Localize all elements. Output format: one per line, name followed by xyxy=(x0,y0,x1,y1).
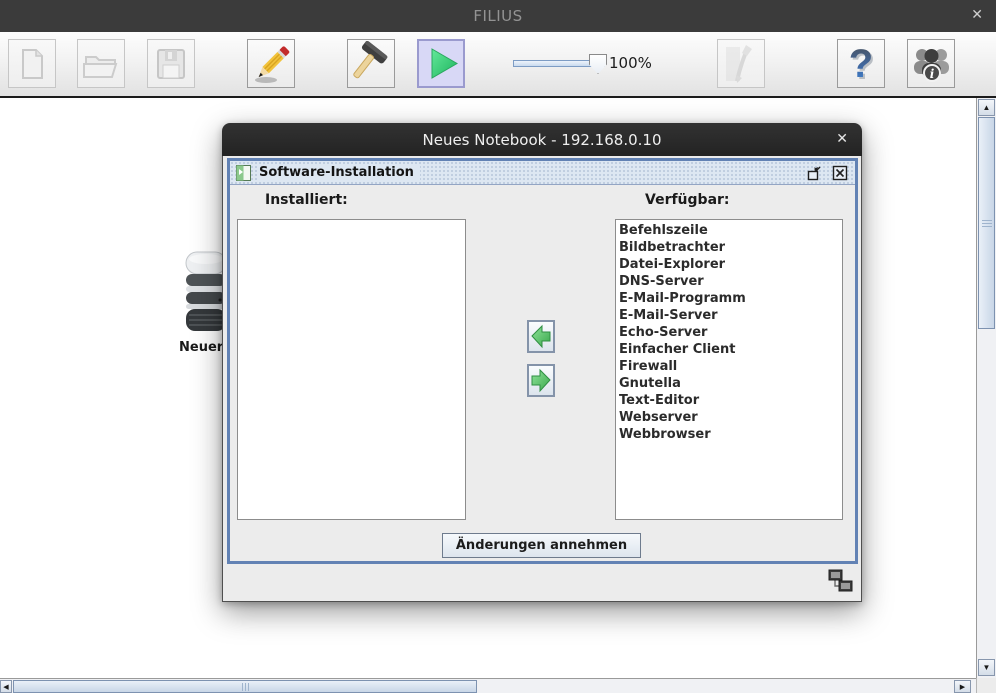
dialog-close-button[interactable]: ✕ xyxy=(836,131,848,147)
frame-content: Installiert: Verfügbar: Befehlszeile Bild… xyxy=(230,186,855,561)
svg-text:?: ? xyxy=(849,42,873,86)
software-installation-icon xyxy=(236,165,251,181)
community-info-button[interactable]: i xyxy=(907,39,955,88)
community-info-icon: i xyxy=(914,48,949,82)
scroll-left-button[interactable]: ◀ xyxy=(0,680,12,693)
green-arrow-right-icon xyxy=(531,368,551,393)
list-item[interactable]: Firewall xyxy=(616,358,842,375)
dialog-titlebar[interactable]: Neues Notebook - 192.168.0.10 ✕ xyxy=(222,123,862,156)
available-software-list[interactable]: Befehlszeile Bildbetrachter Datei-Explorer… xyxy=(615,219,843,520)
list-item[interactable]: Datei-Explorer xyxy=(616,256,842,273)
toolbar: 100% ? ? i xyxy=(0,32,996,98)
list-item[interactable]: Bildbetrachter xyxy=(616,239,842,256)
hammer-action-mode-icon xyxy=(353,40,388,78)
scroll-up-button[interactable]: ▲ xyxy=(978,99,995,116)
save-icon xyxy=(157,48,185,79)
notebook-dialog: Neues Notebook - 192.168.0.10 ✕ Software… xyxy=(222,123,862,602)
app-title: FILIUS xyxy=(473,7,523,25)
scroll-right-button[interactable]: ▶ xyxy=(954,680,971,693)
documentation-tool-icon xyxy=(726,44,752,83)
frame-close-icon[interactable] xyxy=(831,164,849,182)
node-label: Neuer xyxy=(179,340,224,355)
help-button[interactable]: ? ? xyxy=(837,39,885,88)
open-button[interactable] xyxy=(77,39,125,88)
move-to-available-button[interactable] xyxy=(527,364,555,397)
thumb-grip xyxy=(982,220,992,228)
installed-label: Installiert: xyxy=(265,192,348,208)
move-to-installed-button[interactable] xyxy=(527,320,555,353)
vertical-scrollbar-thumb[interactable] xyxy=(978,117,995,329)
zoom-level-label: 100% xyxy=(609,54,652,72)
horizontal-scrollbar[interactable]: ◀ ▶ xyxy=(0,678,976,693)
horizontal-scrollbar-thumb[interactable] xyxy=(13,680,477,693)
list-item[interactable]: E-Mail-Server xyxy=(616,307,842,324)
installed-software-list[interactable] xyxy=(237,219,466,520)
network-status-icon xyxy=(828,569,853,592)
frame-title: Software-Installation xyxy=(257,165,420,180)
maximize-restore-icon[interactable] xyxy=(805,164,823,182)
app-close-button[interactable]: ✕ xyxy=(971,7,983,23)
list-item[interactable]: Text-Editor xyxy=(616,392,842,409)
dialog-desktop: Software-Installation Installiert: Verfü… xyxy=(222,156,862,602)
list-item[interactable]: Einfacher Client xyxy=(616,341,842,358)
list-item[interactable]: DNS-Server xyxy=(616,273,842,290)
thumb-grip xyxy=(242,683,250,691)
scroll-down-button[interactable]: ▼ xyxy=(978,659,995,676)
action-mode-button[interactable] xyxy=(347,39,395,88)
list-item[interactable]: Webserver xyxy=(616,409,842,426)
green-arrow-left-icon xyxy=(531,324,551,349)
help-question-icon: ? ? xyxy=(849,42,875,87)
design-mode-button[interactable] xyxy=(247,39,295,88)
frame-titlebar[interactable]: Software-Installation xyxy=(230,161,855,185)
app-titlebar[interactable]: FILIUS ✕ xyxy=(0,0,996,32)
list-item[interactable]: Echo-Server xyxy=(616,324,842,341)
apply-changes-button[interactable]: Änderungen annehmen xyxy=(442,533,641,558)
vertical-scrollbar[interactable]: ▲ ▼ xyxy=(976,98,996,678)
filius-window: FILIUS ✕ 100% ? ? i Neuer ▲ ▼ ◀ ▶ Neues … xyxy=(0,0,996,693)
save-button[interactable] xyxy=(147,39,195,88)
software-installation-frame: Software-Installation Installiert: Verfü… xyxy=(227,158,858,564)
zoom-slider-handle[interactable] xyxy=(589,54,607,74)
svg-text:i: i xyxy=(930,67,935,81)
list-item[interactable]: E-Mail-Programm xyxy=(616,290,842,307)
available-label: Verfügbar: xyxy=(645,192,730,208)
documentation-tool-button[interactable] xyxy=(717,39,765,88)
open-folder-icon xyxy=(83,55,118,78)
list-item[interactable]: Befehlszeile xyxy=(616,222,842,239)
new-button[interactable] xyxy=(8,39,56,88)
new-document-icon xyxy=(22,48,43,79)
dialog-title: Neues Notebook - 192.168.0.10 xyxy=(422,131,662,149)
simulation-mode-button[interactable] xyxy=(417,39,465,88)
play-simulation-mode-icon xyxy=(431,48,458,79)
pencil-design-mode-icon xyxy=(255,45,290,83)
list-item[interactable]: Webbrowser xyxy=(616,426,842,443)
scrollbar-corner xyxy=(976,678,996,693)
list-item[interactable]: Gnutella xyxy=(616,375,842,392)
